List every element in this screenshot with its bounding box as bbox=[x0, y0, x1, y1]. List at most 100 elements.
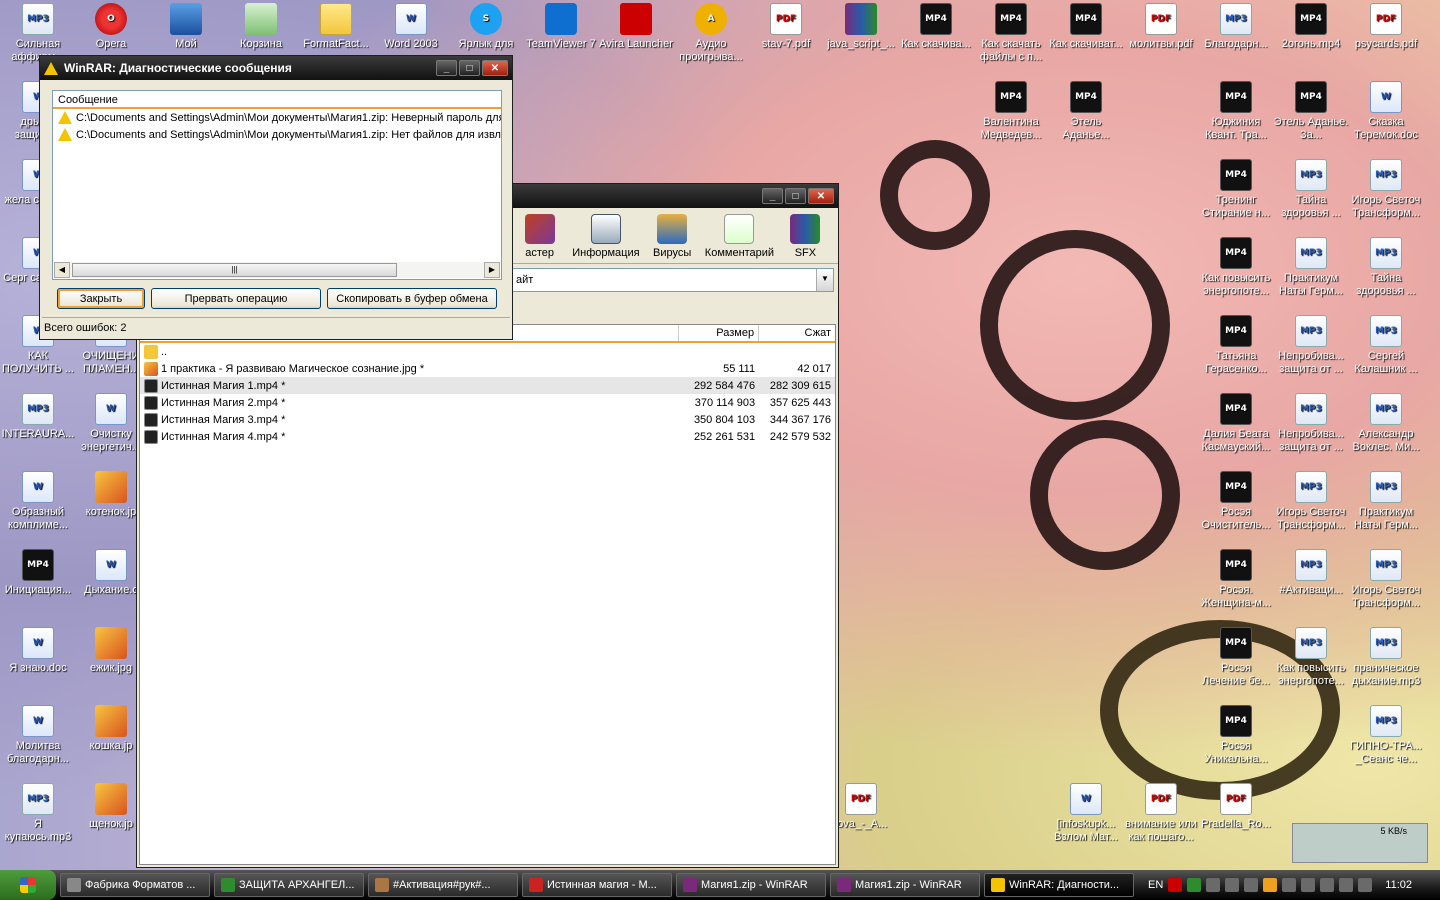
diag-titlebar[interactable]: WinRAR: Диагностические сообщения _ □ ✕ bbox=[40, 56, 512, 80]
desktop-icon[interactable]: MP4 Этель Аданье... bbox=[1048, 81, 1124, 142]
desktop-icon[interactable]: MP3 Практикум Наты Герм... bbox=[1273, 237, 1349, 298]
file-row[interactable]: Истинная Магия 4.mp4 * 252 261 531 242 579… bbox=[140, 428, 835, 445]
scroll-left-button[interactable]: ◀ bbox=[54, 262, 70, 278]
desktop-icon[interactable]: MP3 Непробива... защита от ... bbox=[1273, 393, 1349, 454]
desktop-icon[interactable]: PDF Pradella_Ro... bbox=[1198, 783, 1274, 831]
app-tray-icon[interactable] bbox=[1263, 878, 1278, 892]
desktop-icon[interactable]: MP4 Росэя Уникальна... bbox=[1198, 705, 1274, 766]
taskbar-button[interactable]: Магия1.zip - WinRAR bbox=[830, 873, 980, 897]
close-button[interactable]: ✕ bbox=[808, 188, 834, 204]
toolbar-virus-button[interactable]: Вирусы bbox=[640, 214, 705, 259]
desktop-icon[interactable]: MP3 Тайна здоровья ... bbox=[1273, 159, 1349, 220]
desktop-icon[interactable]: TeamViewer 7 bbox=[523, 3, 599, 51]
desktop-icon[interactable]: MP3 праническое дыхание.mp3 bbox=[1348, 627, 1424, 688]
column-size[interactable]: Размер bbox=[679, 325, 760, 341]
toolbar-wizard-button[interactable]: астер bbox=[507, 214, 572, 259]
message-row[interactable]: C:\Documents and Settings\Admin\Мои доку… bbox=[53, 109, 501, 126]
file-row[interactable]: .. bbox=[140, 343, 835, 360]
taskbar-button[interactable]: ЗАЩИТА АРХАНГЕЛ... bbox=[214, 873, 364, 897]
maximize-button[interactable]: □ bbox=[785, 188, 806, 204]
desktop-icon[interactable]: PDF внимание или как пошаго... bbox=[1123, 783, 1199, 844]
desktop-icon[interactable]: MP4 Росэя. Женщина-м... bbox=[1198, 549, 1274, 610]
desktop-icon[interactable]: MP4 Татьяна Герасенко... bbox=[1198, 315, 1274, 376]
desktop-icon[interactable]: W Word 2003 bbox=[373, 3, 449, 51]
app-tray-icon[interactable] bbox=[1225, 878, 1240, 892]
taskbar-button[interactable]: Фабрика Форматов ... bbox=[60, 873, 210, 897]
desktop-icon[interactable]: W [infoskupk... Взлом Мат... bbox=[1048, 783, 1124, 844]
desktop-icon[interactable]: MP4 Далия Беата Касмауский... bbox=[1198, 393, 1274, 454]
file-row[interactable]: Истинная Магия 2.mp4 * 370 114 903 357 625… bbox=[140, 394, 835, 411]
desktop-icon[interactable]: W Сказка Теремок.doc bbox=[1348, 81, 1424, 142]
minimize-button[interactable]: _ bbox=[762, 188, 783, 204]
desktop-icon[interactable]: PDF stav-7.pdf bbox=[748, 3, 824, 51]
desktop-icon[interactable]: MP4 Росэя Очиститель... bbox=[1198, 471, 1274, 532]
desktop-icon[interactable]: MP3 ГИПНО-ТРА... _Сеанс че... bbox=[1348, 705, 1424, 766]
scroll-thumb[interactable]: ||| bbox=[72, 263, 397, 277]
app-tray-icon[interactable] bbox=[1320, 878, 1335, 892]
toolbar-info-button[interactable]: Информация bbox=[572, 214, 640, 259]
scroll-right-button[interactable]: ▶ bbox=[484, 262, 500, 278]
app-tray-icon[interactable] bbox=[1244, 878, 1259, 892]
desktop-icon[interactable]: java_script_... bbox=[823, 3, 899, 51]
desktop-icon[interactable]: Avira Launcher bbox=[598, 3, 674, 51]
copy-to-clipboard-button[interactable]: Скопировать в буфер обмена bbox=[327, 288, 497, 309]
start-button[interactable] bbox=[0, 870, 56, 900]
desktop-icon[interactable]: MP3 Игорь Светоч Трансформ... bbox=[1348, 159, 1424, 220]
chevron-down-icon[interactable]: ▼ bbox=[816, 269, 833, 291]
message-column-header[interactable]: Сообщение bbox=[53, 91, 501, 109]
taskbar-button[interactable]: Истинная магия - M... bbox=[522, 873, 672, 897]
taskbar-button[interactable]: WinRAR: Диагности... bbox=[984, 873, 1134, 897]
desktop-icon[interactable]: MP4 Как скачиват... bbox=[1048, 3, 1124, 51]
desktop-icon[interactable]: S Ярлык для bbox=[448, 3, 524, 51]
network-tray-icon[interactable] bbox=[1206, 878, 1221, 892]
desktop-icon[interactable]: MP3 Как повысить энергопоте... bbox=[1273, 627, 1349, 688]
desktop-icon[interactable]: MP3 Игорь Светоч Трансформ... bbox=[1273, 471, 1349, 532]
abort-operation-button[interactable]: Прервать операцию bbox=[151, 288, 321, 309]
desktop-icon[interactable]: PDF psycards.pdf bbox=[1348, 3, 1424, 51]
maximize-button[interactable]: □ bbox=[459, 60, 480, 76]
desktop-icon[interactable]: W Молитва благодарн... bbox=[0, 705, 76, 766]
desktop-icon[interactable]: MP3 Александр Воклес. Ми... bbox=[1348, 393, 1424, 454]
desktop-icon[interactable]: MP4 2огонь.mp4 bbox=[1273, 3, 1349, 51]
desktop-icon[interactable]: O Opera bbox=[73, 3, 149, 51]
language-indicator[interactable]: EN bbox=[1148, 879, 1163, 891]
antivirus-tray-icon[interactable] bbox=[1187, 878, 1202, 892]
desktop-icon[interactable]: MP4 Этель Аданье. За... bbox=[1273, 81, 1349, 142]
clock[interactable]: 11:02 bbox=[1385, 879, 1412, 891]
column-packed[interactable]: Сжат bbox=[759, 325, 835, 341]
desktop-icon[interactable]: FormatFact... bbox=[298, 3, 374, 51]
desktop-icon[interactable]: MP3 Я купаюсь.mp3 bbox=[0, 783, 76, 844]
desktop-icon[interactable]: MP4 Росэя Лечение бе... bbox=[1198, 627, 1274, 688]
message-row[interactable]: C:\Documents and Settings\Admin\Мои доку… bbox=[53, 126, 501, 143]
desktop-icon[interactable]: PDF молитвы.pdf bbox=[1123, 3, 1199, 51]
minimize-button[interactable]: _ bbox=[436, 60, 457, 76]
desktop-icon[interactable]: W Образный комплиме... bbox=[0, 471, 76, 532]
horizontal-scrollbar[interactable]: ◀ ||| ▶ bbox=[54, 262, 500, 278]
desktop-icon[interactable]: MP4 Юджиния Квант. Тра... bbox=[1198, 81, 1274, 142]
close-dialog-button[interactable]: Закрыть bbox=[57, 288, 145, 309]
desktop-icon[interactable]: MP3 Игорь Светоч Трансформ... bbox=[1348, 549, 1424, 610]
desktop-icon[interactable]: MP3 #Активаци... bbox=[1273, 549, 1349, 597]
avira-tray-icon[interactable] bbox=[1168, 878, 1183, 892]
desktop-icon[interactable]: MP3 Сергей Калашник ... bbox=[1348, 315, 1424, 376]
app-tray-icon[interactable] bbox=[1301, 878, 1316, 892]
desktop-icon[interactable]: Мой bbox=[148, 3, 224, 51]
desktop-icon[interactable]: MP3 Благодарн... bbox=[1198, 3, 1274, 51]
file-row[interactable]: Истинная Магия 3.mp4 * 350 804 103 344 367… bbox=[140, 411, 835, 428]
desktop-icon[interactable]: MP3 Тайна здоровья ... bbox=[1348, 237, 1424, 298]
app-tray-icon[interactable] bbox=[1282, 878, 1297, 892]
toolbar-comment-button[interactable]: Комментарий bbox=[705, 214, 774, 259]
close-button[interactable]: ✕ bbox=[482, 60, 508, 76]
file-row[interactable]: 1 практика - Я развиваю Магическое созна… bbox=[140, 360, 835, 377]
taskbar-button[interactable]: Магия1.zip - WinRAR bbox=[676, 873, 826, 897]
desktop-icon[interactable]: MP4 Инициация... bbox=[0, 549, 76, 597]
desktop-icon[interactable]: W Я знаю.doc bbox=[0, 627, 76, 675]
desktop-icon[interactable]: Корзина bbox=[223, 3, 299, 51]
desktop-icon[interactable]: MP4 Валентина Медведев... bbox=[973, 81, 1049, 142]
desktop-icon[interactable]: MP4 Тренинг Стирание н... bbox=[1198, 159, 1274, 220]
desktop-icon[interactable]: MP4 Как скачива... bbox=[898, 3, 974, 51]
desktop-icon[interactable]: MP4 Как повысить энергопоте... bbox=[1198, 237, 1274, 298]
file-row[interactable]: Истинная Магия 1.mp4 * 292 584 476 282 309… bbox=[140, 377, 835, 394]
desktop-icon[interactable]: A Аудио проигрыва... bbox=[673, 3, 749, 64]
desktop-icon[interactable]: MP3 Практикум Наты Герм... bbox=[1348, 471, 1424, 532]
